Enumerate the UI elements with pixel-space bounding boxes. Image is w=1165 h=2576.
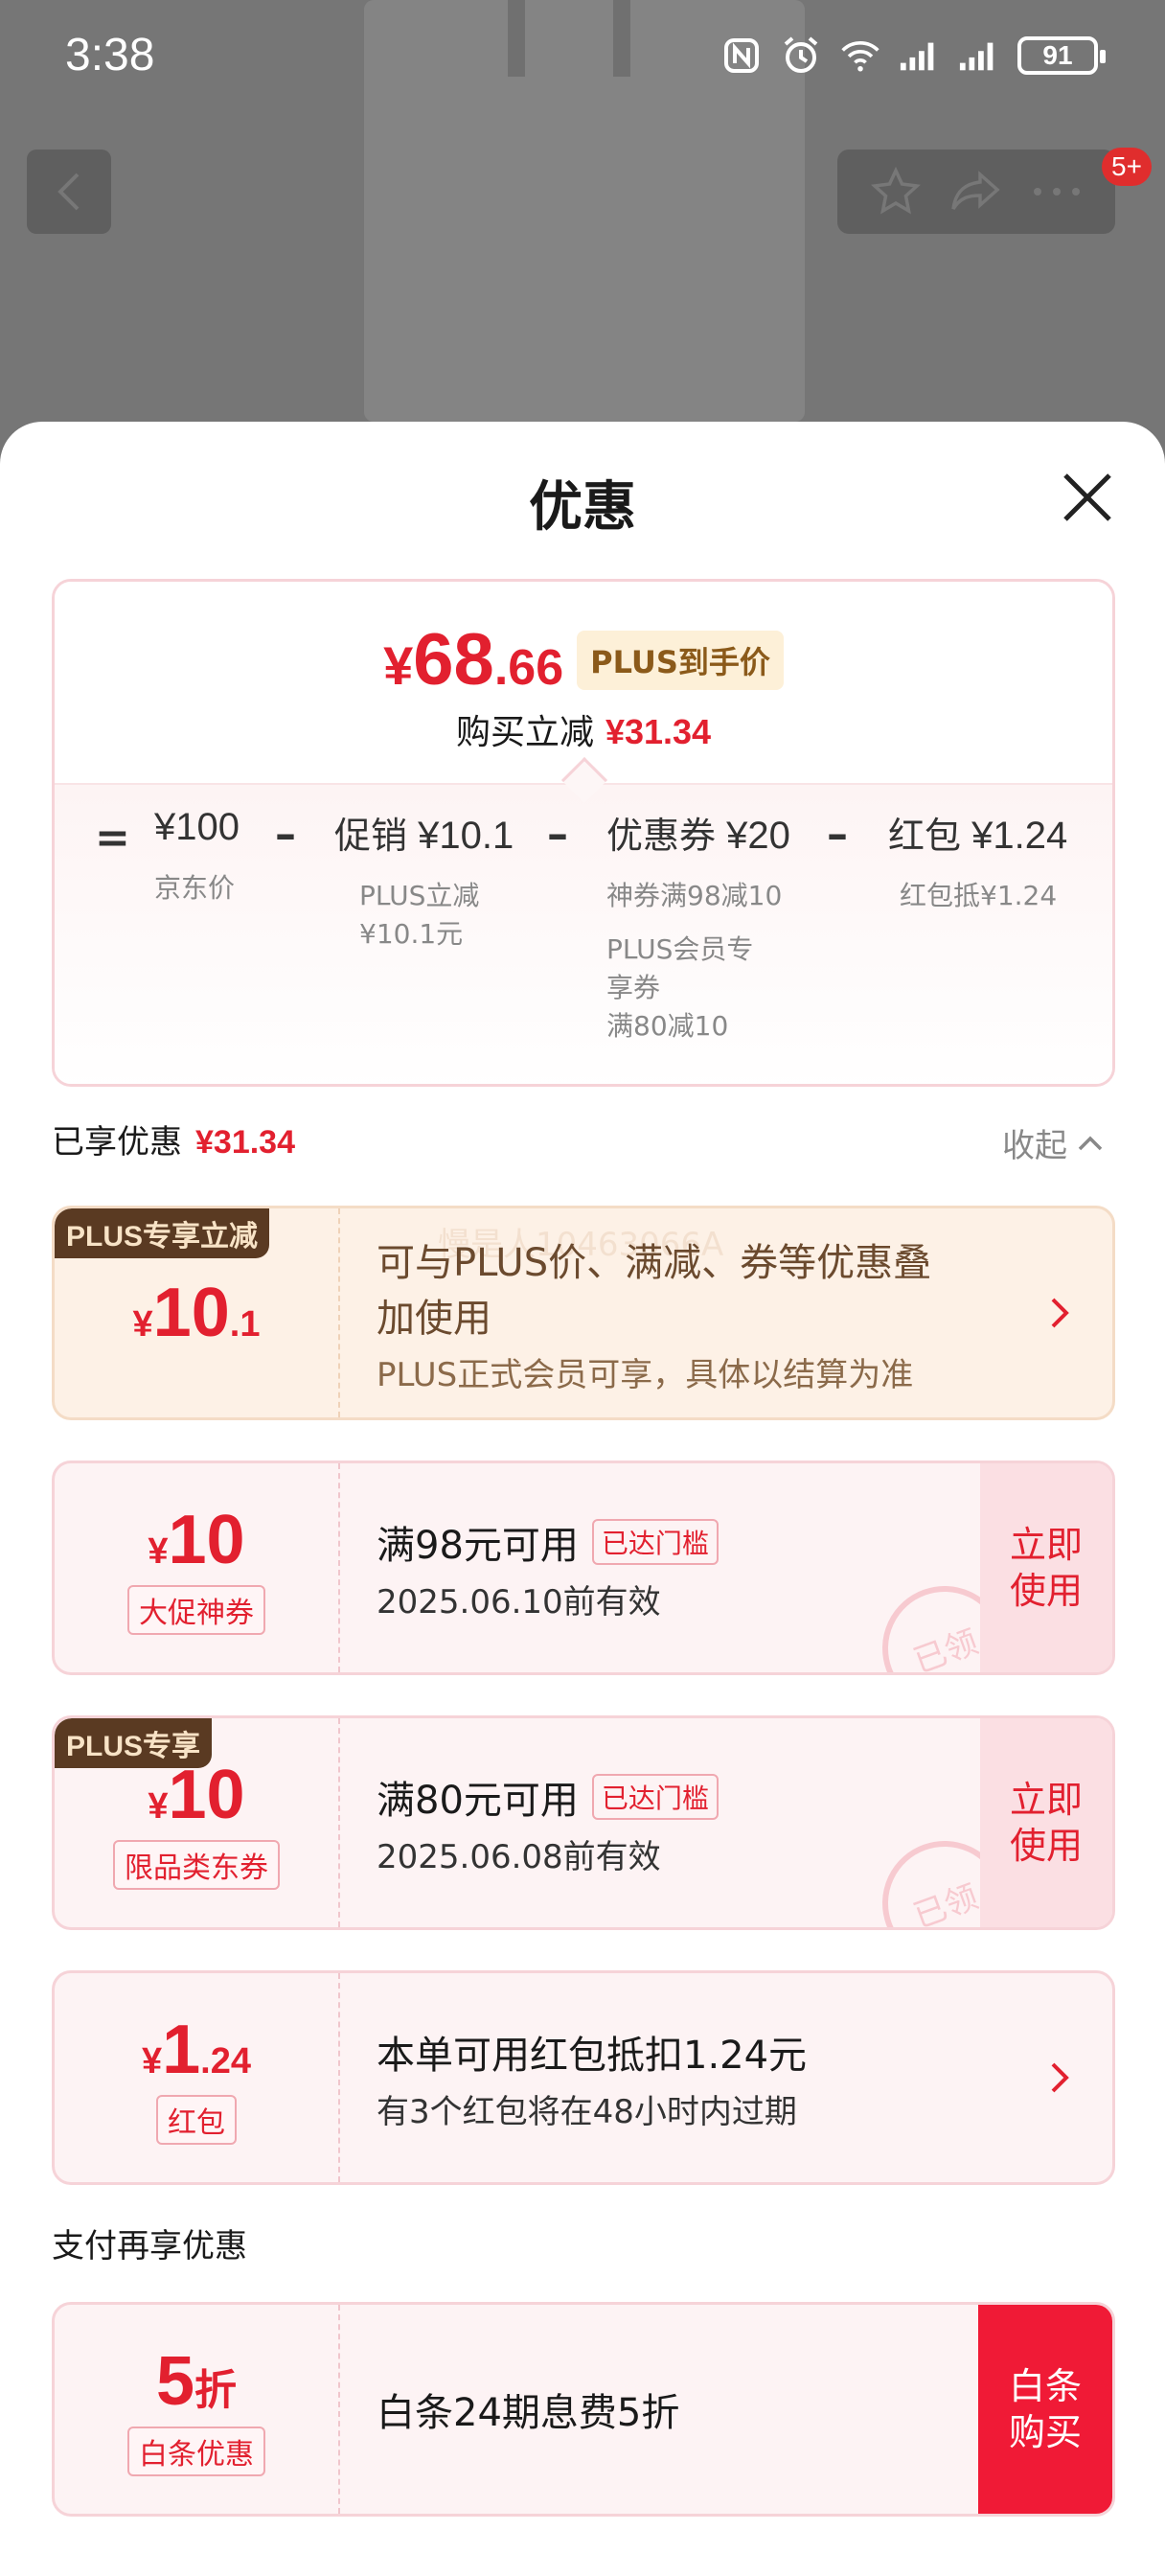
card-main-text: 本单可用红包抵扣1.24元 xyxy=(377,2033,808,2078)
card-main-text-2: 加使用 xyxy=(377,1296,491,1341)
instant-saving: 购买立减 ¥31.34 xyxy=(455,712,712,752)
term-coupon-note-3: 享券 xyxy=(606,972,661,1003)
share-icon[interactable] xyxy=(949,169,1003,215)
chevron-right-icon xyxy=(1051,2062,1069,2093)
status-bar: 3:38 91 xyxy=(0,0,1165,115)
wifi-icon xyxy=(839,34,881,77)
more-icon[interactable] xyxy=(1032,186,1082,197)
nfc-icon xyxy=(720,34,763,77)
price-summary: ¥68.66 PLUS到手价 购买立减 ¥31.34 = ¥100 京东价 – 促… xyxy=(52,579,1115,1087)
coupon-type-tag: 限品类东券 xyxy=(113,1840,280,1890)
red-packet-card[interactable]: ¥1.24 红包 本单可用红包抵扣1.24元 有3个红包将在48小时内过期 xyxy=(52,1970,1115,2185)
message-badge: 5+ xyxy=(1102,148,1152,186)
term-coupon: 优惠券 ¥20 xyxy=(606,815,790,857)
signal-icon-2 xyxy=(958,34,1000,77)
battery-indicator: 91 xyxy=(1017,36,1106,75)
card-main-text: 白条24期息费5折 xyxy=(377,2391,680,2435)
plus-reduction-card[interactable]: ¥10.1 PLUS专享立减 慢是人10463066A 可与PLUS价、满减、券… xyxy=(52,1206,1115,1420)
minus-sign: – xyxy=(547,810,568,859)
discount-sheet: 优惠 ¥68.66 PLUS到手价 购买立减 ¥31.34 = ¥100 京东价 … xyxy=(0,422,1165,2576)
sheet-title: 优惠 xyxy=(529,476,636,539)
minus-sign: – xyxy=(275,810,296,859)
term-promotion: 促销 ¥10.1 xyxy=(334,815,514,857)
minus-sign: – xyxy=(827,810,848,859)
card-main-text: 满80元可用 已达门槛 xyxy=(377,1769,997,1825)
term-jd-price: ¥100 xyxy=(154,806,240,848)
chevron-right-icon xyxy=(1051,1298,1069,1328)
baitiao-tag: 白条优惠 xyxy=(127,2426,265,2476)
red-packet-amount: ¥1.24 xyxy=(141,2012,251,2088)
card-sub-text: PLUS正式会员可享，具体以结算为准 xyxy=(377,1355,914,1394)
plus-corner-tag: PLUS专享立减 xyxy=(55,1208,270,1258)
use-now-button[interactable]: 立即使用 xyxy=(980,1463,1112,1672)
close-button[interactable] xyxy=(1054,464,1121,531)
baitiao-buy-button[interactable]: 白条购买 xyxy=(978,2305,1112,2514)
chevron-left-icon xyxy=(57,172,80,211)
status-time: 3:38 xyxy=(65,30,155,80)
enjoyed-discount: 已享优惠 ¥31.34 xyxy=(52,1123,295,1162)
term-coupon-note-4: 满80减10 xyxy=(606,1010,729,1042)
term-coupon-note-1: 神券满98减10 xyxy=(606,880,783,911)
term-jd-price-note: 京东价 xyxy=(154,872,236,904)
star-icon[interactable] xyxy=(871,167,921,217)
back-button[interactable] xyxy=(27,150,111,234)
red-packet-tag: 红包 xyxy=(156,2095,237,2145)
coupon-type-tag: 大促神券 xyxy=(127,1585,265,1635)
term-coupon-note-2: PLUS会员专 xyxy=(606,933,754,965)
coupon-card-2: ¥10 限品类东券 PLUS专享 满80元可用 已达门槛 2025.06.08前有… xyxy=(52,1715,1115,1930)
term-red-packet-note: 红包抵¥1.24 xyxy=(900,880,1058,911)
collapse-button[interactable]: 收起 xyxy=(1002,1119,1104,1166)
coupon-card-1: ¥10 大促神券 满98元可用 已达门槛 2025.06.10前有效 已领 立即使… xyxy=(52,1460,1115,1675)
use-now-button[interactable]: 立即使用 xyxy=(980,1718,1112,1927)
status-icons: 91 xyxy=(720,34,1106,77)
baitiao-card: 5折 白条优惠 白条24期息费5折 白条购买 xyxy=(52,2302,1115,2517)
equals-sign: = xyxy=(95,814,130,862)
term-red-packet: 红包 ¥1.24 xyxy=(888,815,1068,857)
nav-actions xyxy=(837,150,1115,234)
plus-reduction-amount: ¥10.1 xyxy=(132,1275,261,1351)
card-sub-text: 有3个红包将在48小时内过期 xyxy=(377,2092,797,2131)
signal-icon-1 xyxy=(899,34,941,77)
price-breakdown: = ¥100 京东价 – 促销 ¥10.1 PLUS立减 ¥10.1元 – 优惠… xyxy=(55,783,1112,1084)
final-price: ¥68.66 xyxy=(383,619,564,701)
term-promotion-note-2: ¥10.1元 xyxy=(359,918,464,950)
plus-corner-tag: PLUS专享 xyxy=(55,1718,213,1768)
plus-price-tag: PLUS到手价 xyxy=(577,631,784,690)
threshold-reached-badge: 已达门槛 xyxy=(591,1773,719,1820)
coupon-amount: ¥10 xyxy=(148,1502,245,1578)
chevron-up-icon xyxy=(1078,1136,1103,1150)
term-promotion-note-1: PLUS立减 xyxy=(359,880,480,911)
card-main-text: 可与PLUS价、满减、券等优惠叠 xyxy=(377,1240,932,1285)
threshold-reached-badge: 已达门槛 xyxy=(591,1518,719,1565)
card-main-text: 满98元可用 已达门槛 xyxy=(377,1514,997,1570)
baitiao-discount: 5折 xyxy=(155,2343,238,2420)
pay-section-title: 支付再享优惠 xyxy=(52,2227,247,2266)
alarm-icon xyxy=(780,34,822,77)
close-icon xyxy=(1063,473,1111,521)
